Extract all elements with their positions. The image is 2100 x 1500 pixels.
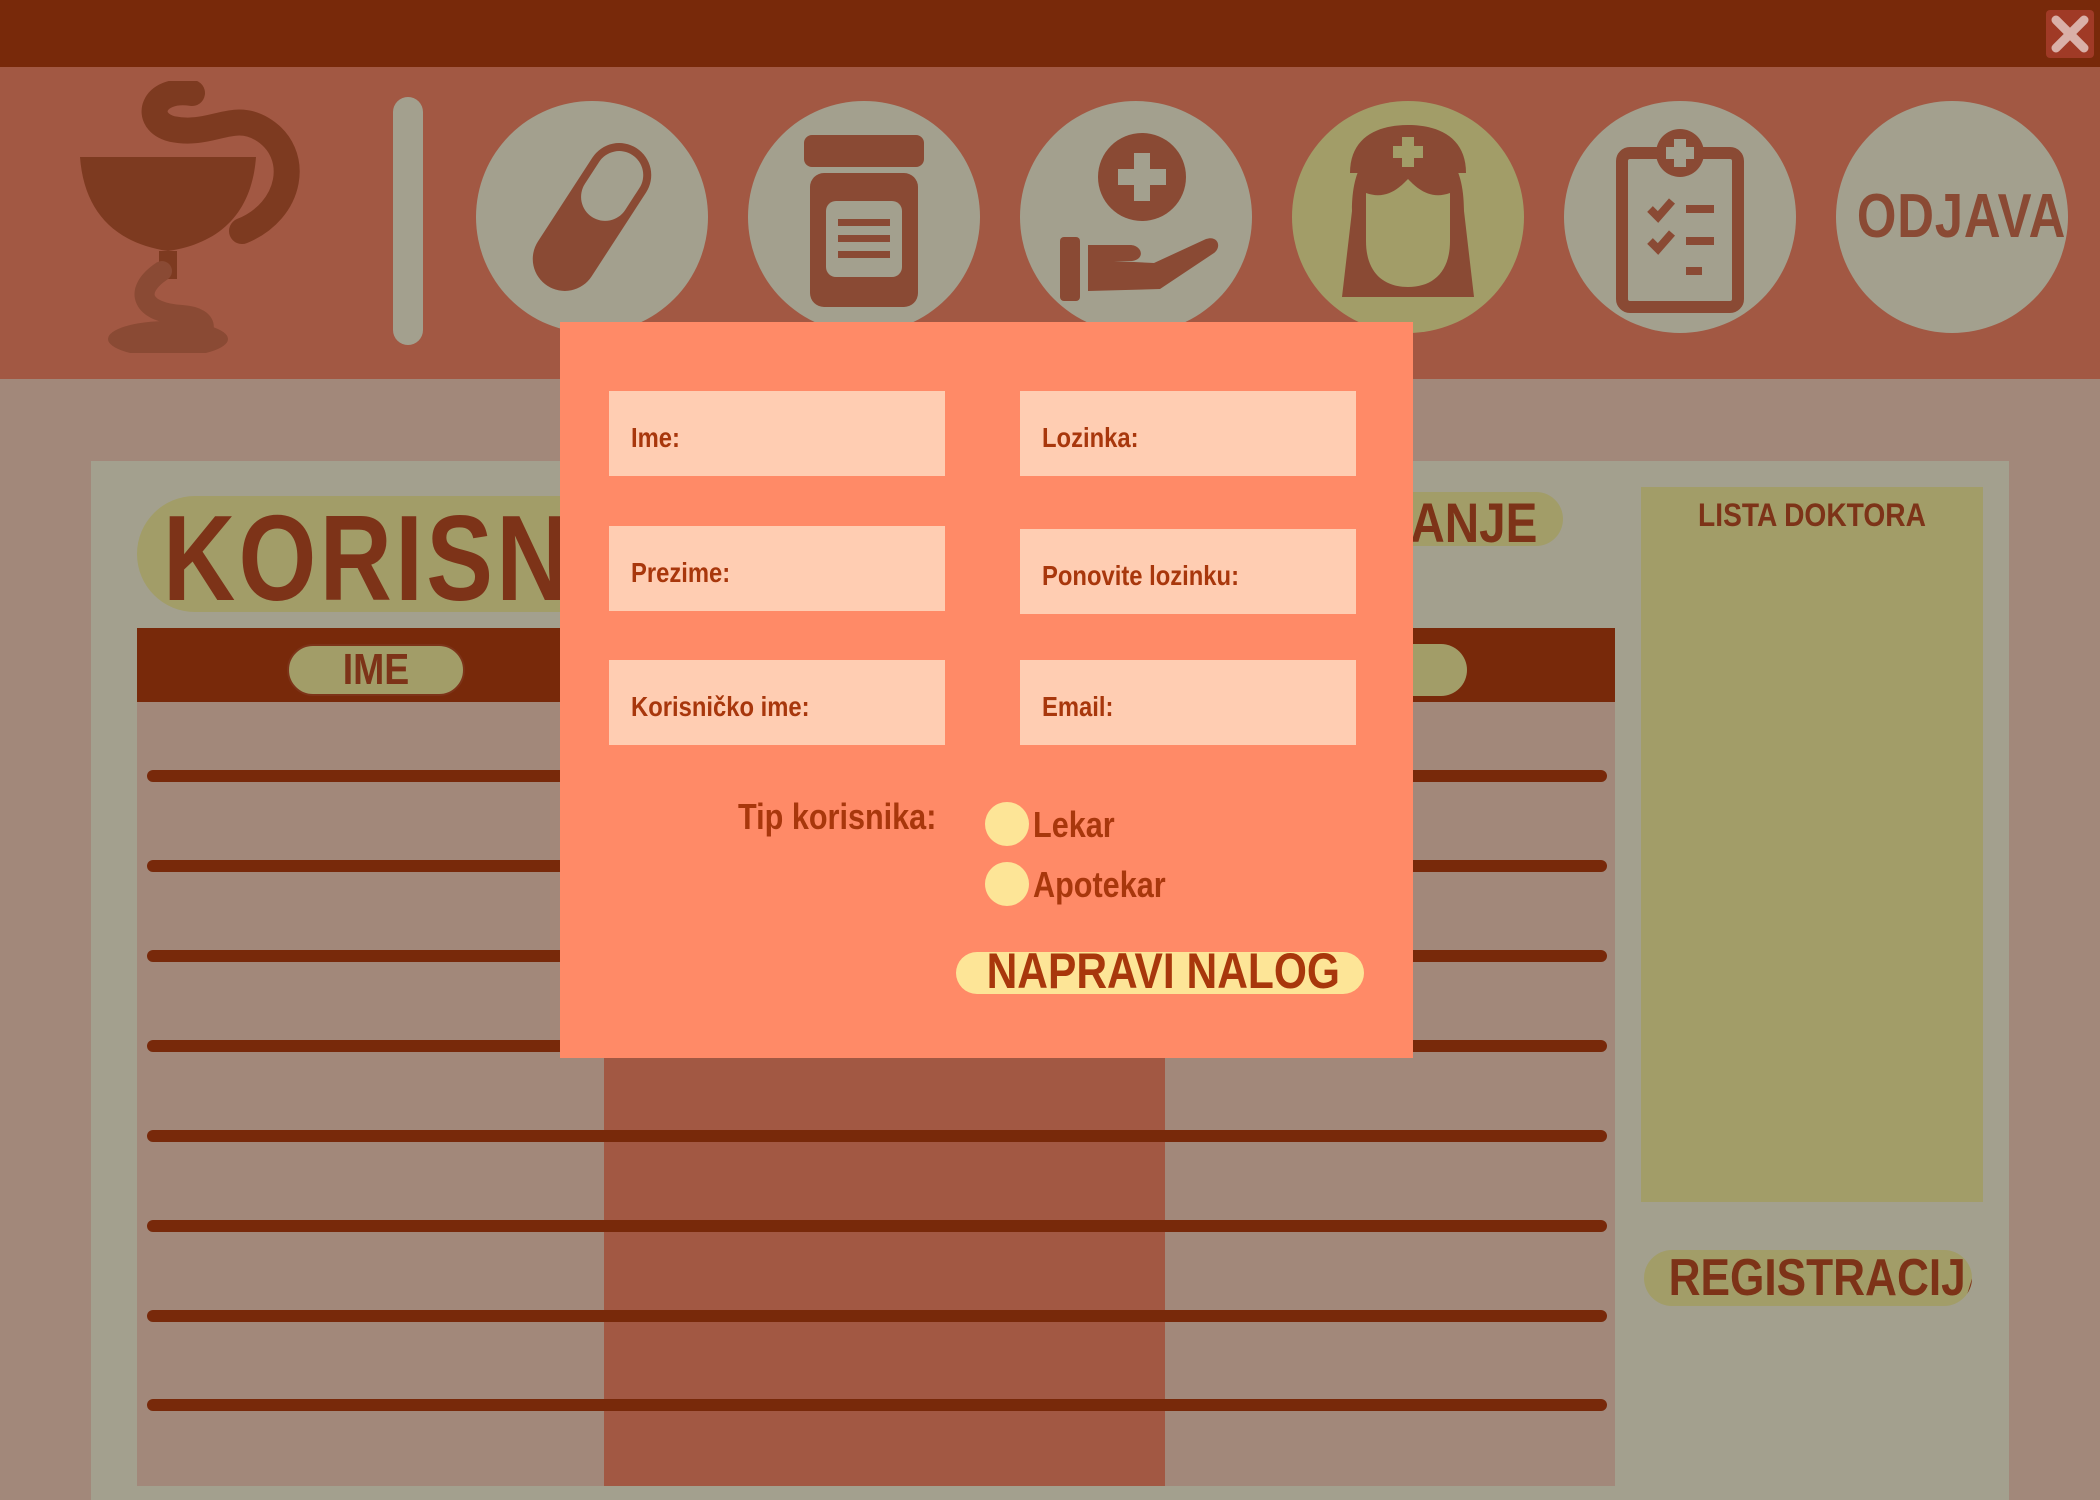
pharmacy-logo-icon bbox=[80, 81, 300, 353]
table-row[interactable] bbox=[147, 1399, 1607, 1411]
create-account-button[interactable]: NAPRAVI NALOG bbox=[956, 943, 1364, 999]
nav-care-button[interactable] bbox=[1020, 101, 1252, 333]
table-row[interactable] bbox=[147, 1130, 1607, 1142]
column-header-ime[interactable]: IME bbox=[287, 644, 465, 696]
repeat-password-field[interactable]: Ponovite lozinku: bbox=[1020, 529, 1356, 614]
nav-products-button[interactable] bbox=[748, 101, 980, 333]
repeat-password-placeholder: Ponovite lozinku: bbox=[1042, 560, 1240, 591]
table-row[interactable] bbox=[147, 1220, 1607, 1232]
create-account-label: NAPRAVI NALOG bbox=[986, 943, 1340, 999]
nurse-icon bbox=[1342, 125, 1474, 297]
register-button-label: REGISTRACIJA bbox=[1668, 1250, 1972, 1306]
doctors-list-title: LISTA DOKTORA bbox=[1698, 497, 1926, 533]
last-name-placeholder: Prezime: bbox=[631, 557, 731, 588]
title-bar bbox=[0, 0, 2100, 67]
nav-users-button[interactable] bbox=[1292, 101, 1524, 333]
username-placeholder: Korisničko ime: bbox=[631, 691, 810, 722]
close-icon bbox=[2051, 15, 2089, 53]
user-type-label: Tip korisnika: bbox=[738, 796, 937, 837]
radio-label: Lekar bbox=[1033, 804, 1115, 845]
radio-button[interactable] bbox=[985, 862, 1029, 906]
nav-reports-button[interactable] bbox=[1564, 101, 1796, 333]
password-placeholder: Lozinka: bbox=[1042, 422, 1139, 453]
nav-medicines-button[interactable] bbox=[476, 101, 708, 333]
radio-button[interactable] bbox=[985, 802, 1029, 846]
logout-label: ODJAVA bbox=[1856, 182, 2067, 251]
table-row[interactable] bbox=[147, 1310, 1607, 1322]
nav-divider bbox=[393, 97, 423, 345]
clipboard-checklist-icon bbox=[1616, 129, 1744, 313]
medicine-jar-icon bbox=[804, 135, 924, 307]
logout-button[interactable]: ODJAVA bbox=[1836, 101, 2068, 333]
register-button[interactable]: REGISTRACIJA bbox=[1644, 1250, 1972, 1306]
header-pill-label: ANJE bbox=[1410, 492, 1537, 546]
email-placeholder: Email: bbox=[1042, 691, 1114, 722]
create-account-modal: Ime: Lozinka: Prezime: Ponovite lozinku:… bbox=[560, 322, 1413, 1058]
username-field[interactable]: Korisničko ime: bbox=[609, 660, 945, 745]
close-button[interactable] bbox=[2046, 10, 2094, 58]
page-title: KORISN bbox=[163, 496, 572, 612]
first-name-placeholder: Ime: bbox=[631, 422, 680, 453]
password-field[interactable]: Lozinka: bbox=[1020, 391, 1356, 476]
column-header-label: IME bbox=[342, 645, 410, 694]
pill-icon bbox=[532, 143, 652, 291]
email-field[interactable]: Email: bbox=[1020, 660, 1356, 745]
hand-with-cross-icon bbox=[1060, 133, 1219, 301]
first-name-field[interactable]: Ime: bbox=[609, 391, 945, 476]
last-name-field[interactable]: Prezime: bbox=[609, 526, 945, 611]
radio-label: Apotekar bbox=[1033, 864, 1166, 905]
doctors-list[interactable]: LISTA DOKTORA bbox=[1641, 487, 1983, 1202]
